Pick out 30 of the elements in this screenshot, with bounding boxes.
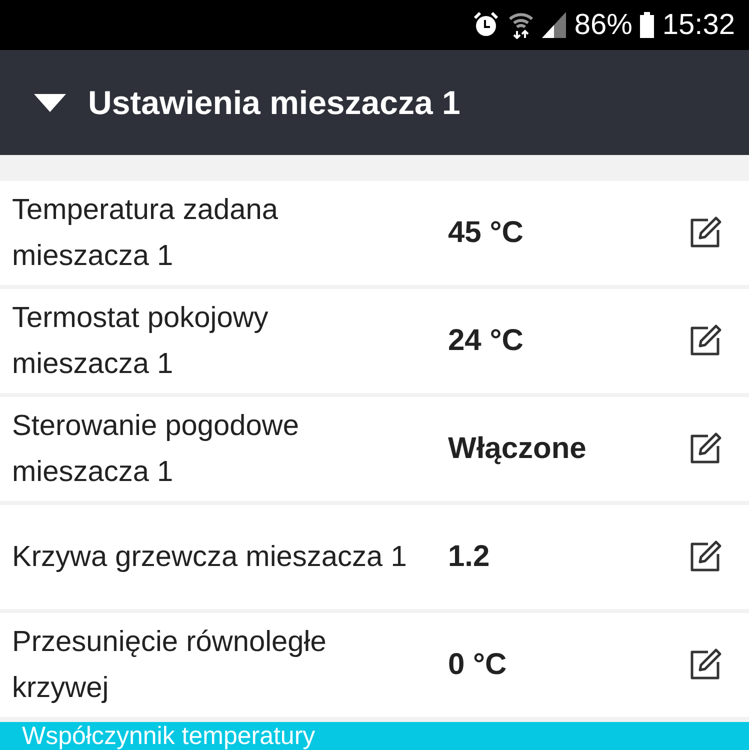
edit-icon [688,216,722,250]
signal-icon [542,12,566,38]
clock-time: 15:32 [662,8,735,42]
battery-percentage: 86% [574,8,632,42]
edit-icon [688,324,722,358]
setting-value: 45 °C [447,216,524,250]
setting-value: 24 °C [447,324,524,358]
edit-icon [688,648,722,682]
setting-value: 0 °C [447,648,508,682]
setting-label: Sterowanie pogodowe mieszacza 1 [11,409,300,490]
setting-value: 1.2 [447,540,491,574]
edit-button[interactable] [688,648,722,682]
caret-down-icon [34,94,66,112]
section-header[interactable]: Ustawienia mieszacza 1 [0,50,749,155]
edit-button[interactable] [688,216,722,250]
edit-icon [688,432,722,466]
edit-button[interactable] [688,324,722,358]
setting-label: Temperatura zadana mieszacza 1 [11,193,279,274]
setting-label: Przesunięcie równoległe krzywej [11,625,328,706]
alarm-icon [472,11,500,39]
section-title: Współczynnik temperatury [22,722,316,750]
setting-label: Termostat pokojowy mieszacza 1 [11,301,270,382]
wifi-icon [508,11,534,39]
edit-icon [688,540,722,574]
setting-value: Włączone [447,432,588,466]
section-title: Ustawienia mieszacza 1 [88,84,460,122]
edit-button[interactable] [688,432,722,466]
edit-button[interactable] [688,540,722,574]
setting-label: Krzywa grzewcza mieszacza 1 [11,540,407,575]
battery-icon [640,12,654,38]
